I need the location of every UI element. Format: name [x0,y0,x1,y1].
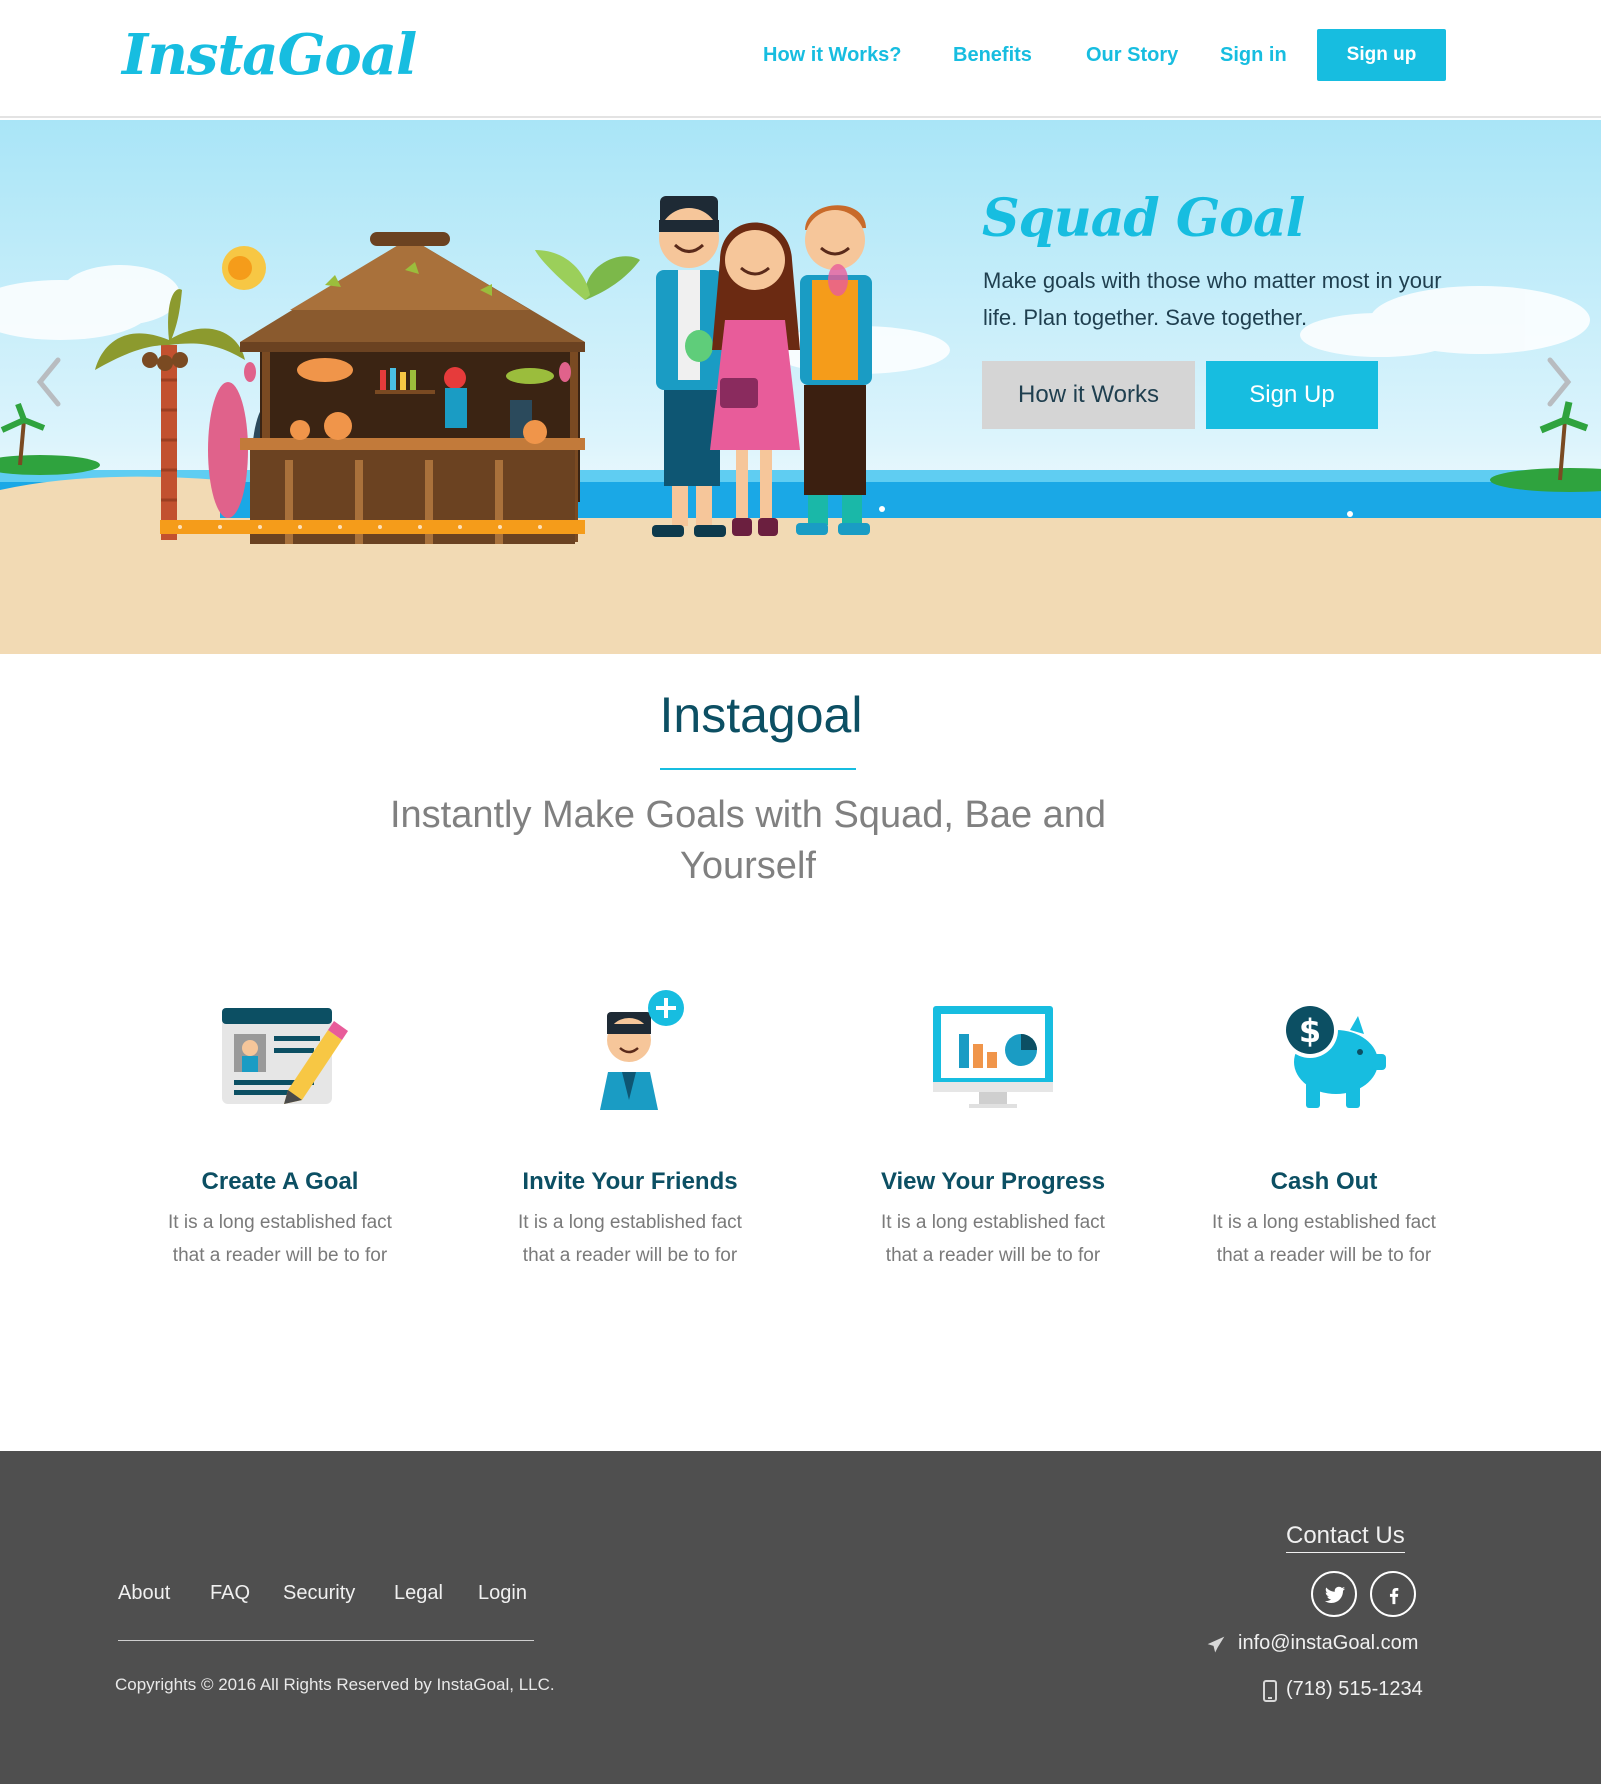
chevron-right-icon [1547,357,1572,407]
contact-phone: (718) 515-1234 [1286,1678,1423,1700]
feature-invite-friends: Invite Your Friends It is a long establi… [480,990,780,1266]
hero-title: Squad Goal [982,188,1305,249]
site-header: InstaGoal How it Works? Benefits Our Sto… [0,0,1601,118]
nav-sign-in[interactable]: Sign in [1220,44,1287,67]
intro-divider [660,768,856,770]
site-logo[interactable]: InstaGoal [122,22,417,88]
facebook-button[interactable] [1370,1571,1416,1617]
paper-plane-icon [1207,1636,1225,1653]
hero-how-it-works-button[interactable]: How it Works [982,361,1195,429]
feature-description: It is a long established fact that a rea… [881,1212,1105,1266]
feature-title: Cash Out [1270,1168,1378,1195]
svg-text:$: $ [1299,1012,1321,1050]
nav-benefits[interactable]: Benefits [953,44,1032,67]
feature-description: It is a long established fact that a rea… [168,1212,392,1266]
id-card-pencil-icon [222,1008,348,1104]
hero-description: Make goals with those who matter most in… [983,268,1442,330]
intro-subtitle: Instantly Make Goals with Squad, Bae and… [389,794,1107,887]
facebook-icon [1389,1587,1399,1605]
feature-description: It is a long established fact that a rea… [518,1212,742,1266]
feature-description: It is a long established fact that a rea… [1212,1212,1436,1266]
mobile-phone-icon [1263,1680,1277,1702]
footer-link-login[interactable]: Login [478,1582,527,1605]
footer-link-faq[interactable]: FAQ [210,1582,250,1605]
feature-cash-out: $ Cash Out It is a long established fact… [1174,990,1474,1266]
carousel-prev-arrow[interactable] [30,352,70,412]
feature-create-goal: Create A Goal It is a long established f… [130,990,430,1266]
feature-title: View Your Progress [880,1168,1106,1195]
footer-link-legal[interactable]: Legal [394,1582,443,1605]
footer-divider [118,1640,534,1641]
nav-our-story[interactable]: Our Story [1086,44,1178,67]
feature-title: Create A Goal [201,1168,359,1195]
feature-title: Invite Your Friends [522,1168,738,1195]
footer-copyright: Copyrights © 2016 All Rights Reserved by… [115,1675,555,1694]
nav-how-it-works[interactable]: How it Works? [763,44,902,67]
feature-view-progress: View Your Progress It is a long establis… [843,990,1143,1266]
piggy-bank-icon: $ [1282,1002,1386,1108]
site-footer: About FAQ Security Legal Login Copyright… [0,1451,1601,1784]
twitter-button[interactable] [1311,1571,1357,1617]
hero-signup-button[interactable]: Sign Up [1206,361,1378,429]
footer-link-security[interactable]: Security [283,1582,355,1605]
chevron-left-icon [36,357,61,407]
contact-email[interactable]: info@instaGoal.com [1238,1632,1418,1655]
contact-us-link[interactable]: Contact Us [1286,1522,1405,1553]
header-signup-button[interactable]: Sign up [1317,29,1446,81]
monitor-chart-icon [933,1006,1053,1108]
add-friend-icon [600,990,684,1110]
twitter-icon [1324,1586,1346,1603]
footer-link-about[interactable]: About [118,1582,170,1605]
intro-title: Instagoal [659,687,863,743]
carousel-next-arrow[interactable] [1538,352,1578,412]
hero-banner: Squad Goal Make goals with those who mat… [0,120,1601,654]
